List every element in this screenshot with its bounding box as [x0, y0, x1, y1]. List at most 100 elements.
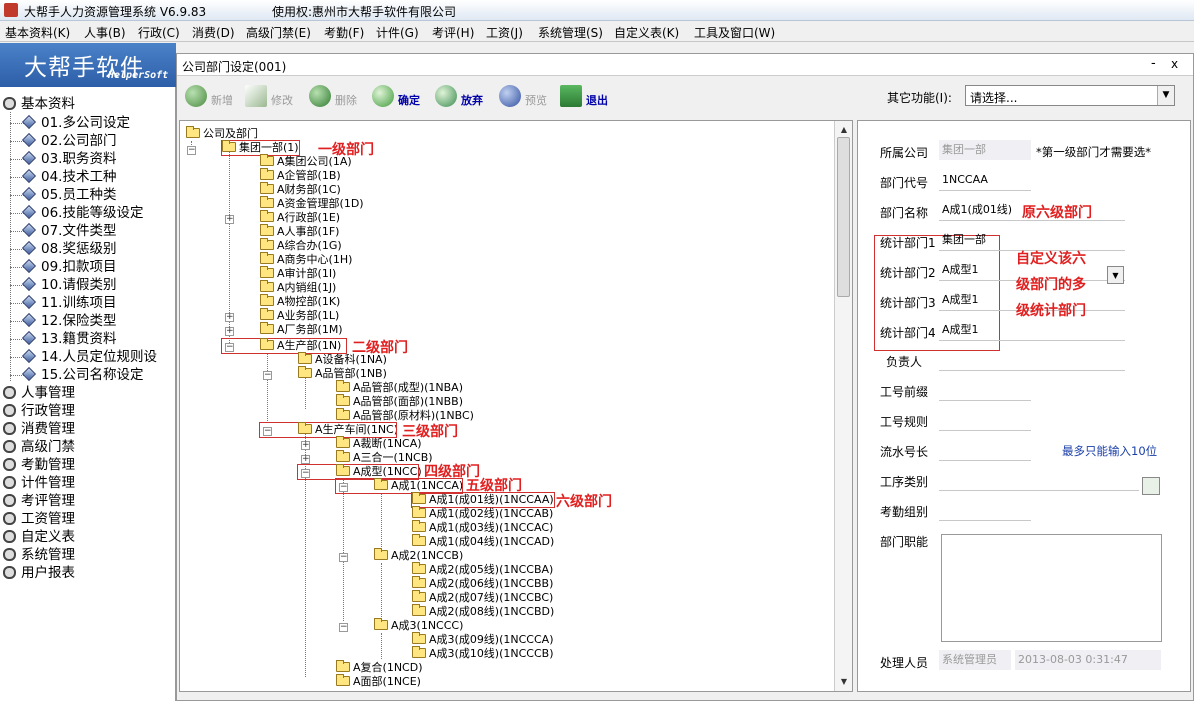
menu-evaluation[interactable]: 考评(H): [432, 24, 474, 41]
nav-item-positions[interactable]: 03.职务资料: [21, 150, 116, 168]
collapse-toggle[interactable]: −: [263, 371, 272, 380]
nav-module-consume[interactable]: 消费管理: [3, 420, 75, 438]
expand-toggle[interactable]: +: [225, 327, 234, 336]
tree-node[interactable]: A行政部(1E): [260, 210, 340, 225]
menu-custom[interactable]: 自定义表(K): [614, 24, 679, 41]
nav-module-admin[interactable]: 行政管理: [3, 402, 75, 420]
menu-basic[interactable]: 基本资料(K): [5, 24, 70, 41]
add-button[interactable]: 新增: [185, 85, 245, 109]
menu-access[interactable]: 高级门禁(E): [246, 24, 311, 41]
tree-node[interactable]: A成2(成07线)(1NCCBC): [412, 590, 553, 605]
code-field[interactable]: 1NCCAA: [939, 170, 1031, 190]
proc-field[interactable]: [939, 490, 1139, 491]
tree-node[interactable]: A综合办(1G): [260, 238, 342, 253]
expand-toggle[interactable]: +: [301, 455, 310, 464]
tree-node[interactable]: A成3(1NCCC): [374, 618, 463, 633]
preview-button[interactable]: 预览: [499, 85, 559, 109]
nav-item-insurance[interactable]: 12.保险类型: [21, 312, 116, 330]
tree-node-level5[interactable]: A成1(1NCCA): [335, 478, 463, 494]
collapse-toggle[interactable]: −: [339, 623, 348, 632]
tree-node[interactable]: A人事部(1F): [260, 224, 339, 239]
tree-node[interactable]: A物控部(1K): [260, 294, 340, 309]
nav-item-deductions[interactable]: 09.扣款项目: [21, 258, 116, 276]
tree-node[interactable]: A成2(成05线)(1NCCBA): [412, 562, 553, 577]
nav-item-reward-levels[interactable]: 08.奖惩级别: [21, 240, 116, 258]
prefix-field[interactable]: [939, 400, 1031, 401]
tree-node[interactable]: A企管部(1B): [260, 168, 341, 183]
scroll-thumb[interactable]: [837, 137, 850, 297]
collapse-toggle[interactable]: −: [187, 146, 196, 155]
nav-item-company-setup[interactable]: 01.多公司设定: [21, 114, 130, 132]
tree-node-level4[interactable]: A成型(1NCC): [297, 464, 422, 480]
delete-button[interactable]: 删除: [309, 85, 369, 109]
expand-toggle[interactable]: +: [225, 215, 234, 224]
tree-node-level6-selected[interactable]: A成1(成01线)(1NCCAA): [411, 492, 555, 508]
tree-node-level1[interactable]: 集团一部(1): [221, 140, 300, 156]
nav-item-departments[interactable]: 02.公司部门: [21, 132, 116, 150]
group-field[interactable]: [939, 520, 1031, 521]
nav-module-evaluation[interactable]: 考评管理: [3, 492, 75, 510]
tree-node[interactable]: A厂务部(1M): [260, 322, 343, 337]
nav-item-company-names[interactable]: 15.公司名称设定: [21, 366, 143, 384]
tree-node[interactable]: A面部(1NCE): [336, 674, 421, 689]
tree-node[interactable]: A成3(成09线)(1NCCCA): [412, 632, 553, 647]
nav-module-piecework[interactable]: 计件管理: [3, 474, 75, 492]
nav-module-salary[interactable]: 工资管理: [3, 510, 75, 528]
nav-item-hometown[interactable]: 13.籍贯资料: [21, 330, 116, 348]
confirm-button[interactable]: 确定: [372, 85, 432, 109]
nav-module-attendance[interactable]: 考勤管理: [3, 456, 75, 474]
tree-node[interactable]: A品管部(面部)(1NBB): [336, 394, 463, 409]
tree-node[interactable]: A成2(成06线)(1NCCBB): [412, 576, 553, 591]
tree-scrollbar[interactable]: ▲ ▼: [834, 121, 852, 691]
menu-system[interactable]: 系统管理(S): [538, 24, 603, 41]
tree-node[interactable]: A裁断(1NCA): [336, 436, 422, 451]
menu-attendance[interactable]: 考勤(F): [324, 24, 364, 41]
close-button[interactable]: x: [1171, 57, 1178, 71]
tree-node[interactable]: A品管部(成型)(1NBA): [336, 380, 463, 395]
nav-item-skill-levels[interactable]: 06.技能等级设定: [21, 204, 143, 222]
menu-piecework[interactable]: 计件(G): [376, 24, 419, 41]
tree-node[interactable]: A成2(1NCCB): [374, 548, 463, 563]
stat4-field[interactable]: A成型1: [939, 320, 1125, 340]
nav-module-reports[interactable]: 用户报表: [3, 564, 75, 582]
company-field[interactable]: 集团一部: [939, 140, 1031, 160]
calendar-icon[interactable]: [1142, 477, 1160, 495]
other-functions-select[interactable]: 请选择... ▼: [965, 85, 1175, 106]
rule-field[interactable]: [939, 430, 1031, 431]
nav-item-tech-types[interactable]: 04.技术工种: [21, 168, 116, 186]
scroll-down-icon[interactable]: ▼: [837, 675, 851, 689]
owner-field[interactable]: [939, 370, 1125, 371]
nav-item-training[interactable]: 11.训练项目: [21, 294, 116, 312]
chevron-down-icon[interactable]: ▼: [1157, 86, 1174, 105]
tree-node[interactable]: A业务部(1L): [260, 308, 339, 323]
stat1-field[interactable]: 集团一部: [939, 230, 1125, 250]
tree-node-level2[interactable]: A生产部(1N): [221, 338, 347, 354]
tree-node[interactable]: A成1(成02线)(1NCCAB): [412, 506, 553, 521]
nav-item-staff-types[interactable]: 05.员工种类: [21, 186, 116, 204]
tree-node[interactable]: A财务部(1C): [260, 182, 341, 197]
tree-node-level3[interactable]: A生产车间(1NC): [259, 422, 398, 438]
scroll-up-icon[interactable]: ▲: [837, 123, 851, 137]
tree-node[interactable]: A三合一(1NCB): [336, 450, 433, 465]
menu-consume[interactable]: 消费(D): [192, 24, 235, 41]
menu-admin[interactable]: 行政(C): [138, 24, 180, 41]
menu-salary[interactable]: 工资(J): [486, 24, 523, 41]
tree-node[interactable]: A设备科(1NA): [298, 352, 387, 367]
nav-root-basic[interactable]: 基本资料: [3, 95, 75, 113]
tree-node[interactable]: A集团公司(1A): [260, 154, 352, 169]
duty-textarea[interactable]: [941, 534, 1162, 642]
exit-button[interactable]: 退出: [560, 85, 620, 109]
menu-tools[interactable]: 工具及窗口(W): [694, 24, 775, 41]
nav-module-personnel[interactable]: 人事管理: [3, 384, 75, 402]
tree-node[interactable]: A成1(成03线)(1NCCAC): [412, 520, 553, 535]
chevron-down-icon[interactable]: ▼: [1107, 266, 1124, 284]
expand-toggle[interactable]: +: [301, 441, 310, 450]
tree-node[interactable]: A商务中心(1H): [260, 252, 352, 267]
tree-node[interactable]: A成3(成10线)(1NCCCB): [412, 646, 554, 661]
menu-personnel[interactable]: 人事(B): [84, 24, 126, 41]
tree-node[interactable]: A审计部(1I): [260, 266, 336, 281]
discard-button[interactable]: 放弃: [435, 85, 495, 109]
minimize-button[interactable]: -: [1151, 56, 1156, 71]
nav-module-custom[interactable]: 自定义表: [3, 528, 75, 546]
tree-node[interactable]: A资金管理部(1D): [260, 196, 364, 211]
